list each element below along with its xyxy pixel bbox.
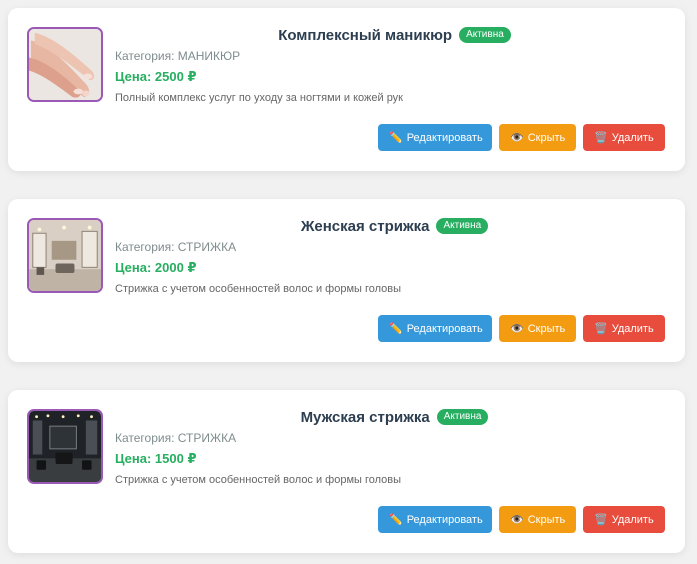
edit-button-label: Редактировать (406, 322, 483, 335)
service-title: Женская стрижка (300, 217, 430, 235)
manicure-hands-photo (29, 29, 101, 100)
service-category: Категория: СТРИЖКА (115, 240, 237, 254)
delete-button-label: Удалить (611, 513, 654, 526)
service-description: Стрижка с учетом особенностей волос и фо… (115, 283, 402, 295)
barbershop-interior-photo (29, 411, 101, 482)
hide-button[interactable]: 👁️ Скрыть (499, 315, 576, 342)
edit-button-label: Редактировать (406, 131, 483, 144)
edit-button[interactable]: ✏️ Редактировать (378, 315, 492, 342)
service-description: Стрижка с учетом особенностей волос и фо… (115, 474, 402, 486)
hide-button[interactable]: 👁️ Скрыть (499, 124, 576, 151)
hide-button[interactable]: 👁️ Скрыть (499, 506, 576, 533)
hide-button-label: Скрыть (527, 131, 566, 144)
delete-button-label: Удалить (611, 322, 654, 335)
eye-icon: 👁️ (510, 514, 524, 526)
edit-button[interactable]: ✏️ Редактировать (378, 124, 492, 151)
service-card: Комплексный маникюр Активна Категория: М… (8, 8, 685, 171)
service-title: Комплексный маникюр (278, 26, 453, 44)
service-description: Полный комплекс услуг по уходу за ногтям… (115, 92, 403, 104)
pencil-icon: ✏️ (389, 514, 403, 526)
service-image (27, 409, 103, 484)
service-card: Женская стрижка Активна Категория: СТРИЖ… (8, 199, 685, 362)
trash-icon: 🗑️ (594, 132, 608, 144)
service-price: Цена: 2500 ₽ (115, 69, 197, 84)
service-card: Мужская стрижка Активна Категория: СТРИЖ… (8, 390, 685, 553)
status-badge: Активна (459, 27, 511, 43)
status-badge: Активна (436, 409, 489, 425)
service-category: Категория: МАНИКЮР (115, 49, 241, 63)
hide-button-label: Скрыть (527, 322, 566, 335)
status-badge: Активна (436, 218, 489, 234)
eye-icon: 👁️ (510, 323, 524, 335)
edit-button-label: Редактировать (406, 513, 483, 526)
service-image (27, 27, 103, 102)
service-price: Цена: 1500 ₽ (115, 451, 197, 466)
trash-icon: 🗑️ (594, 323, 608, 335)
edit-button[interactable]: ✏️ Редактировать (378, 506, 492, 533)
delete-button[interactable]: 🗑️ Удалить (583, 124, 665, 151)
salon-interior-photo (29, 220, 101, 291)
pencil-icon: ✏️ (389, 323, 403, 335)
delete-button[interactable]: 🗑️ Удалить (583, 506, 665, 533)
service-price: Цена: 2000 ₽ (115, 260, 197, 275)
pencil-icon: ✏️ (389, 132, 403, 144)
trash-icon: 🗑️ (594, 514, 608, 526)
delete-button[interactable]: 🗑️ Удалить (583, 315, 665, 342)
delete-button-label: Удалить (611, 131, 654, 144)
eye-icon: 👁️ (510, 132, 524, 144)
service-title: Мужская стрижка (300, 408, 430, 426)
hide-button-label: Скрыть (527, 513, 566, 526)
service-image (27, 218, 103, 293)
service-category: Категория: СТРИЖКА (115, 431, 237, 445)
